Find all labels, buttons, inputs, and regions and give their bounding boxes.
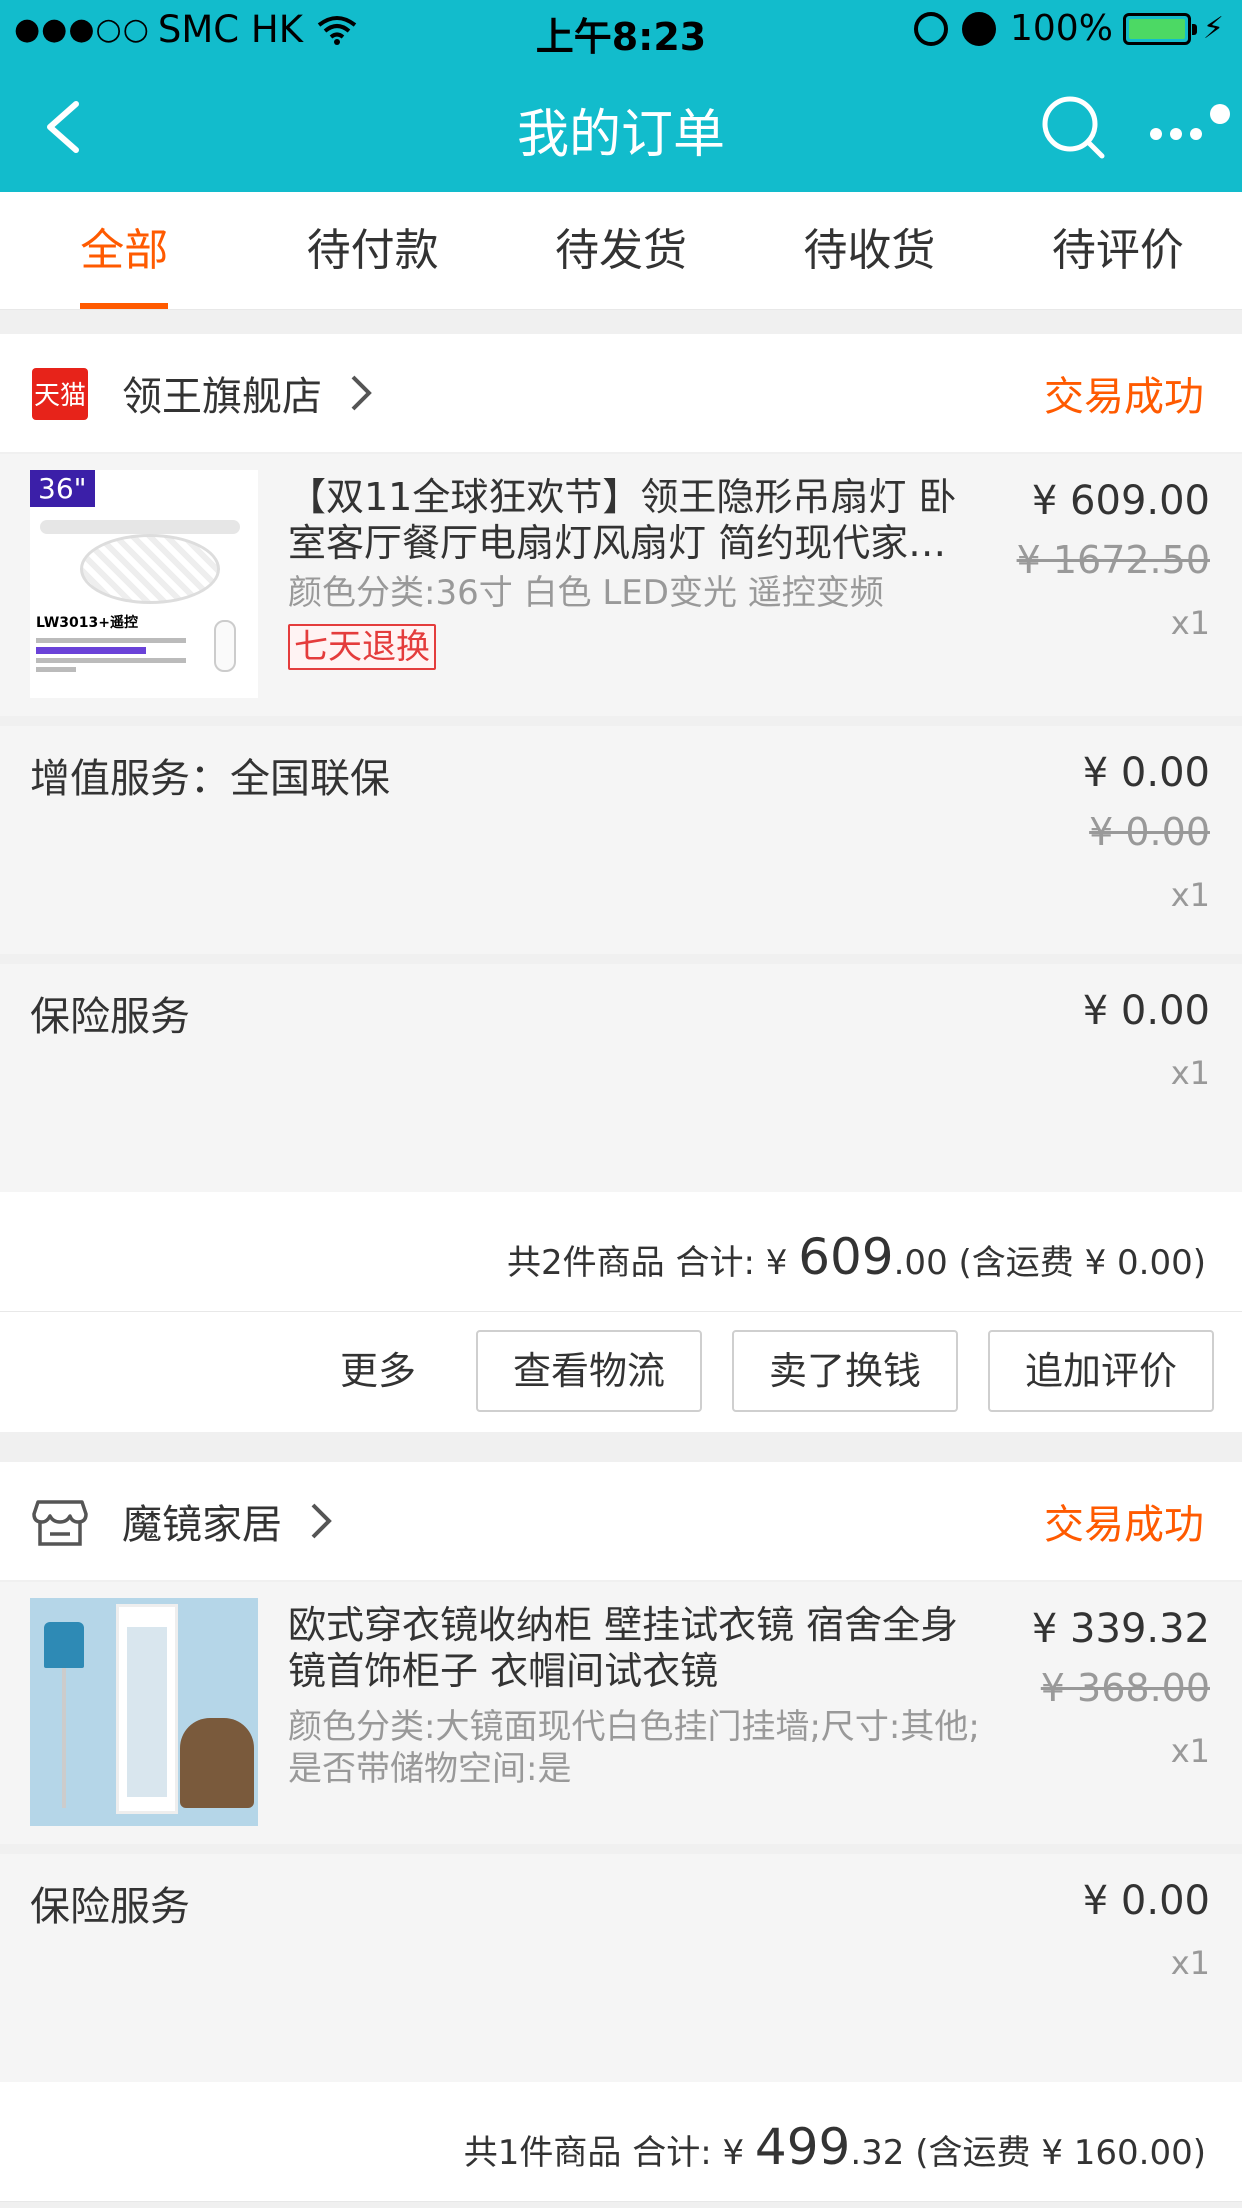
item-price: ¥ 609.00 [1031,478,1210,524]
service-price: ¥ 0.00 [1082,1878,1210,1924]
order-total: 共2件商品 合计: ¥ 609.00 (含运费 ¥ 0.00) [507,1228,1206,1286]
service-label: 增值服务：全国联保 [30,756,390,802]
service-price: ¥ 0.00 [1082,988,1210,1034]
item-quantity: x1 [1170,1732,1210,1770]
shop-name[interactable]: 魔镜家居 [122,1492,282,1550]
order-summary: 共2件商品 合计: ¥ 609.00 (含运费 ¥ 0.00) [0,1192,1242,1312]
alarm-icon [962,11,996,46]
service-original-price: ¥ 0.00 [1089,810,1210,854]
return-policy-badge: 七天退换 [288,624,436,670]
order-item[interactable]: 欧式穿衣镜收纳柜 壁挂试衣镜 宿舍全身镜首饰柜子 衣帽间试衣镜 颜色分类:大镜面… [0,1582,1242,1844]
tab-pending-receipt[interactable]: 待收货 [745,192,993,309]
view-logistics-button[interactable]: 查看物流 [476,1330,702,1412]
order-total: 共1件商品 合计: ¥ 499.32 (含运费 ¥ 160.00) [463,2118,1206,2176]
more-button[interactable]: 更多 [340,1330,416,1412]
charging-icon: ⚡ [1202,11,1224,46]
product-title[interactable]: 【双11全球狂欢节】领王隐形吊扇灯 卧室客厅餐厅电扇灯风扇灯 简约现代家… [288,474,988,566]
tab-pending-payment[interactable]: 待付款 [248,192,496,309]
tab-pending-review[interactable]: 待评价 [994,192,1242,309]
tmall-logo-icon: 天猫 [32,368,88,420]
product-thumbnail[interactable] [30,1598,258,1826]
size-badge: 36" [30,470,95,507]
battery-icon [1122,12,1197,45]
floor-lamp-illustration [44,1622,84,1668]
add-review-button[interactable]: 追加评价 [988,1330,1214,1412]
chevron-right-icon [351,375,372,411]
order-actions: 更多 查看物流 卖了换钱 追加评价 [0,1312,1242,1432]
chevron-right-icon [311,1503,332,1539]
service-quantity: x1 [1170,876,1210,914]
rotation-lock-icon [914,11,948,46]
service-quantity: x1 [1170,1944,1210,1982]
item-quantity: x1 [1170,604,1210,642]
more-options-icon[interactable] [1146,102,1232,152]
order-tabs: 全部 待付款 待发货 待收货 待评价 [0,192,1242,310]
order-status: 交易成功 [1044,374,1204,420]
item-original-price: ¥ 368.00 [1040,1666,1210,1710]
order-item[interactable]: 36" LW3013+遥控 【双11全球狂欢节】领王隐形吊扇灯 卧室客厅餐厅电扇… [0,454,1242,716]
mirror-cabinet-illustration [116,1604,178,1814]
order-summary: 共1件商品 合计: ¥ 499.32 (含运费 ¥ 160.00) [0,2082,1242,2202]
ceiling-fan-lamp-illustration [40,510,240,610]
status-bar: ●●●○○ SMC HK 上午8:23 100% ⚡ [0,0,1242,62]
store-icon [32,1500,88,1546]
item-original-price: ¥ 1672.50 [1016,538,1210,582]
tab-all[interactable]: 全部 [0,192,248,309]
model-label: LW3013+遥控 [36,615,138,631]
product-sku: 颜色分类:36寸 白色 LED变光 遥控变频 [288,573,884,613]
service-quantity: x1 [1170,1054,1210,1092]
product-sku: 颜色分类:大镜面现代白色挂门挂墙;尺寸:其他;是否带储物空间:是 [288,1707,980,1789]
nav-bar: 我的订单 [0,62,1242,192]
product-title[interactable]: 欧式穿衣镜收纳柜 壁挂试衣镜 宿舍全身镜首饰柜子 衣帽间试衣镜 [288,1602,988,1694]
service-label: 保险服务 [30,1884,190,1930]
product-thumbnail[interactable]: 36" LW3013+遥控 [30,470,258,698]
search-icon[interactable] [1040,94,1106,160]
item-price: ¥ 339.32 [1031,1606,1210,1652]
remote-control-illustration [214,620,236,672]
order-status: 交易成功 [1044,1502,1204,1548]
shop-header[interactable]: 魔镜家居 交易成功 [0,1462,1242,1580]
shop-header[interactable]: 天猫 领王旗舰店 交易成功 [0,334,1242,452]
service-row: 保险服务 ¥ 0.00 x1 [0,1854,1242,2082]
tab-pending-shipment[interactable]: 待发货 [497,192,745,309]
battery-percent: 100% [1010,8,1113,49]
service-price: ¥ 0.00 [1082,750,1210,796]
service-label: 保险服务 [30,994,190,1040]
shop-name[interactable]: 领王旗舰店 [122,364,322,422]
spec-lines [36,634,186,676]
service-row: 保险服务 ¥ 0.00 x1 [0,964,1242,1192]
service-row: 增值服务：全国联保 ¥ 0.00 ¥ 0.00 x1 [0,726,1242,954]
chair-illustration [180,1718,254,1808]
resell-button[interactable]: 卖了换钱 [732,1330,958,1412]
